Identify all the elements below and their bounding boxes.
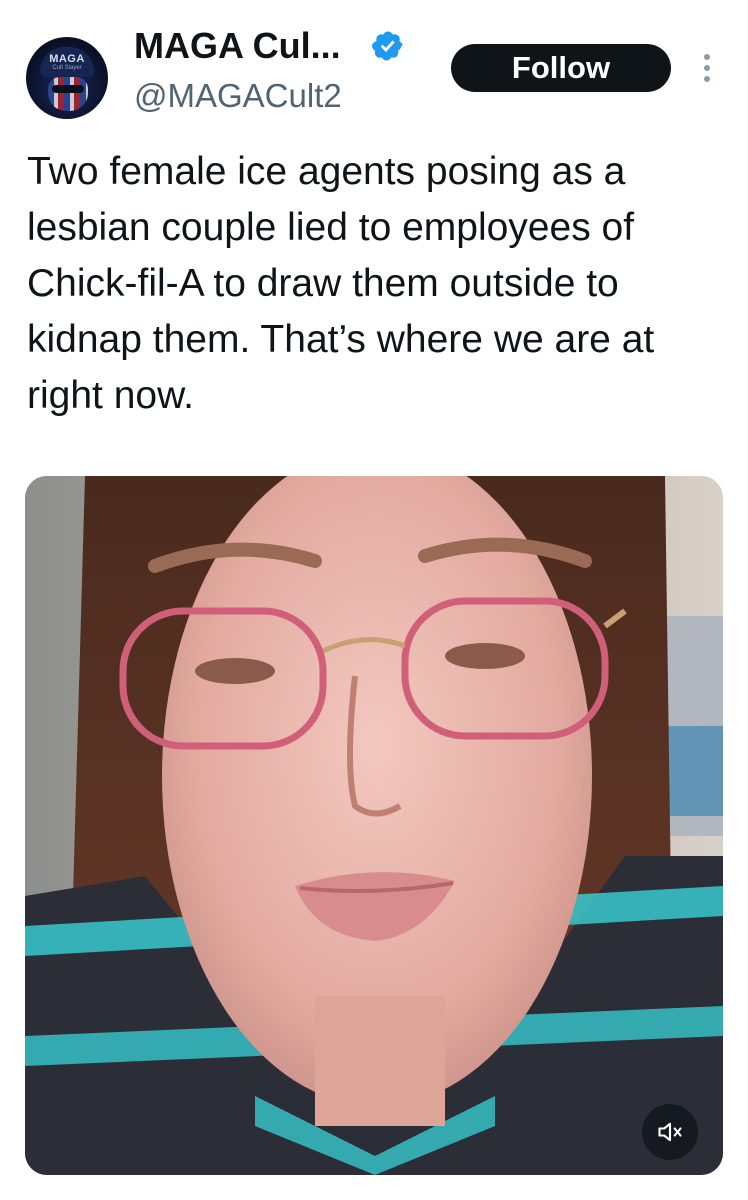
user-handle[interactable]: @MAGACult2 — [134, 76, 342, 116]
avatar-hat: MAGA Cult Slayer — [40, 47, 94, 77]
avatar-face-mask — [48, 77, 88, 111]
avatar-hat-subtext: Cult Slayer — [52, 65, 82, 71]
verified-badge-icon — [372, 31, 403, 61]
more-vertical-icon[interactable] — [693, 48, 721, 88]
follow-button[interactable]: Follow — [451, 44, 671, 92]
avatar[interactable]: MAGA Cult Slayer — [26, 37, 108, 119]
tweet-text: Two female ice agents posing as a lesbia… — [27, 150, 655, 417]
tweet: MAGA Cult Slayer MAGA Cul... @MAGACult2 … — [0, 0, 748, 1200]
avatar-eyes — [52, 85, 84, 93]
display-name[interactable]: MAGA Cul... — [134, 26, 341, 66]
avatar-hat-text: MAGA — [49, 53, 85, 65]
video-player[interactable] — [25, 476, 723, 1175]
volume-muted-icon[interactable] — [642, 1104, 698, 1160]
video-frame — [25, 476, 723, 1175]
